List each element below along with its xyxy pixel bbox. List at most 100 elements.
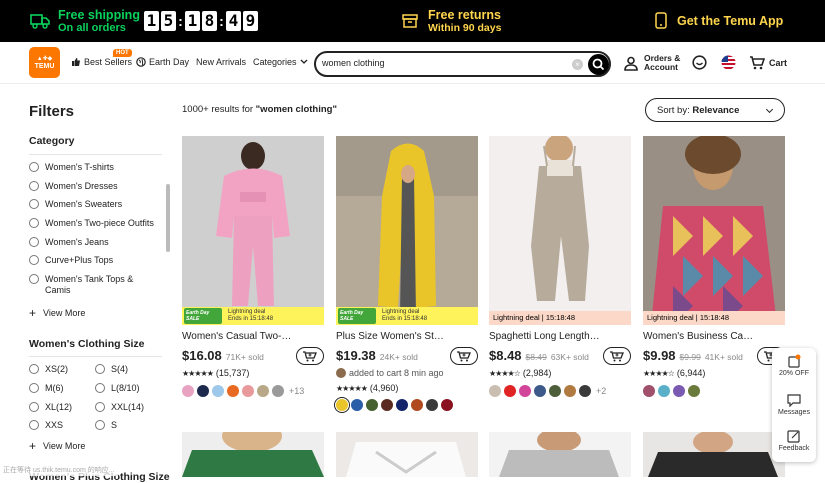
color-swatch[interactable] (396, 399, 408, 411)
size-option[interactable]: XL(12) (29, 402, 72, 413)
product-title[interactable]: Women's Casual Two-Piece Se... (182, 331, 294, 342)
radio-button[interactable] (29, 218, 39, 228)
radio-button[interactable] (29, 364, 39, 374)
category-option[interactable]: Women's Two-piece Outfits (29, 218, 154, 229)
temu-logo[interactable]: ▲✚◆ TEMU (29, 47, 60, 78)
coupon-button[interactable]: 20% OFF (772, 354, 816, 377)
product-title[interactable]: Plus Size Women's Stylish Hoo... (336, 331, 448, 342)
color-swatch[interactable] (673, 385, 685, 397)
product-image[interactable]: Earth Day SALE Lightning deal Ends in 15:… (336, 136, 478, 325)
size-option[interactable]: S (95, 420, 117, 431)
us-flag-icon[interactable] (721, 55, 736, 70)
radio-button[interactable] (29, 255, 39, 265)
size-option[interactable]: L(8/10) (95, 383, 140, 394)
size-option[interactable]: XXS (29, 420, 63, 431)
nav-earth-day[interactable]: Earth Day (136, 57, 189, 67)
product-image[interactable] (182, 432, 324, 477)
search-button[interactable] (588, 54, 609, 75)
color-swatch[interactable] (519, 385, 531, 397)
messages-button[interactable]: Messages (772, 394, 816, 416)
radio-button[interactable] (29, 199, 39, 209)
product-title[interactable]: Spaghetti Long Length Pocket... (489, 331, 601, 342)
size-option[interactable]: S(4) (95, 364, 128, 375)
nav-new-arrivals[interactable]: New Arrivals (196, 57, 246, 67)
product-title[interactable]: Women's Business Casual Zipp... (643, 331, 755, 342)
color-swatch[interactable] (227, 385, 239, 397)
free-shipping-banner[interactable]: Free shipping On all orders (30, 8, 140, 34)
color-swatch[interactable] (643, 385, 655, 397)
category-option[interactable]: Women's Jeans (29, 237, 109, 248)
view-more-sizes[interactable]: + View More (29, 440, 85, 452)
color-swatch[interactable] (411, 399, 423, 411)
color-swatch[interactable] (658, 385, 670, 397)
product-card[interactable]: Lightning deal | 15:18:48 Women's Busine… (643, 136, 785, 397)
color-swatch[interactable] (441, 399, 453, 411)
radio-button[interactable] (29, 162, 39, 172)
radio-button[interactable] (29, 420, 39, 430)
color-swatch[interactable] (351, 399, 363, 411)
color-swatch[interactable] (242, 385, 254, 397)
add-to-cart-button[interactable] (603, 347, 631, 365)
product-card[interactable]: Earth Day SALE Lightning deal Ends in 15:… (182, 136, 324, 397)
radio-button[interactable] (95, 364, 105, 374)
radio-button[interactable] (95, 402, 105, 412)
add-to-cart-button[interactable] (450, 347, 478, 365)
size-option[interactable]: XXL(14) (95, 402, 144, 413)
color-swatch[interactable] (197, 385, 209, 397)
category-option[interactable]: Women's Tank Tops & Camis (29, 274, 139, 296)
radio-button[interactable] (29, 274, 39, 284)
option-label: Women's Jeans (45, 237, 109, 247)
color-swatch[interactable] (257, 385, 269, 397)
search-input[interactable] (322, 58, 562, 68)
color-swatch-selected[interactable] (334, 397, 350, 413)
free-returns-banner[interactable]: Free returns Within 90 days (402, 8, 501, 34)
view-more-categories[interactable]: + View More (29, 307, 85, 319)
radio-button[interactable] (95, 420, 105, 430)
category-option[interactable]: Women's Dresses (29, 181, 118, 192)
nav-categories[interactable]: Categories (253, 57, 308, 67)
size-option[interactable]: XS(2) (29, 364, 68, 375)
product-image[interactable]: Lightning deal | 15:18:48 (643, 136, 785, 325)
get-app-banner[interactable]: Get the Temu App (655, 12, 783, 29)
color-swatch[interactable] (534, 385, 546, 397)
color-swatch[interactable] (504, 385, 516, 397)
color-swatch[interactable] (688, 385, 700, 397)
product-image[interactable] (489, 432, 631, 477)
color-swatch[interactable] (366, 399, 378, 411)
feedback-button[interactable]: Feedback (772, 430, 816, 452)
more-colors[interactable]: +13 (289, 386, 304, 396)
product-image[interactable] (643, 432, 785, 477)
cart-link[interactable]: Cart (749, 56, 787, 70)
more-colors[interactable]: +2 (596, 386, 606, 396)
color-swatch[interactable] (426, 399, 438, 411)
color-swatch[interactable] (489, 385, 501, 397)
category-option[interactable]: Women's T-shirts (29, 162, 114, 173)
color-swatch[interactable] (549, 385, 561, 397)
sidebar-scrollbar[interactable] (166, 184, 170, 252)
clear-search-icon[interactable]: × (572, 59, 583, 70)
color-swatch[interactable] (381, 399, 393, 411)
orders-account-link[interactable]: Orders & Account (624, 54, 680, 72)
color-swatch[interactable] (182, 385, 194, 397)
product-card[interactable]: Earth Day SALE Lightning deal Ends in 15:… (334, 136, 478, 413)
color-swatch[interactable] (564, 385, 576, 397)
sort-dropdown[interactable]: Sort by: Relevance (645, 98, 785, 122)
color-swatch[interactable] (212, 385, 224, 397)
size-option[interactable]: M(6) (29, 383, 64, 394)
chat-icon[interactable] (692, 55, 707, 70)
add-to-cart-button[interactable] (296, 347, 324, 365)
radio-button[interactable] (29, 402, 39, 412)
color-swatch[interactable] (272, 385, 284, 397)
radio-button[interactable] (29, 237, 39, 247)
product-image[interactable] (336, 432, 478, 477)
radio-button[interactable] (29, 383, 39, 393)
category-option[interactable]: Curve+Plus Tops (29, 255, 113, 266)
product-image[interactable]: Lightning deal | 15:18:48 (489, 136, 631, 325)
product-card[interactable]: Lightning deal | 15:18:48 Spaghetti Long… (489, 136, 631, 397)
color-swatch[interactable] (579, 385, 591, 397)
radio-button[interactable] (29, 181, 39, 191)
product-image[interactable]: Earth Day SALE Lightning deal Ends in 15:… (182, 136, 324, 325)
nav-best-sellers[interactable]: Best Sellers (71, 57, 132, 67)
category-option[interactable]: Women's Sweaters (29, 199, 122, 210)
radio-button[interactable] (95, 383, 105, 393)
